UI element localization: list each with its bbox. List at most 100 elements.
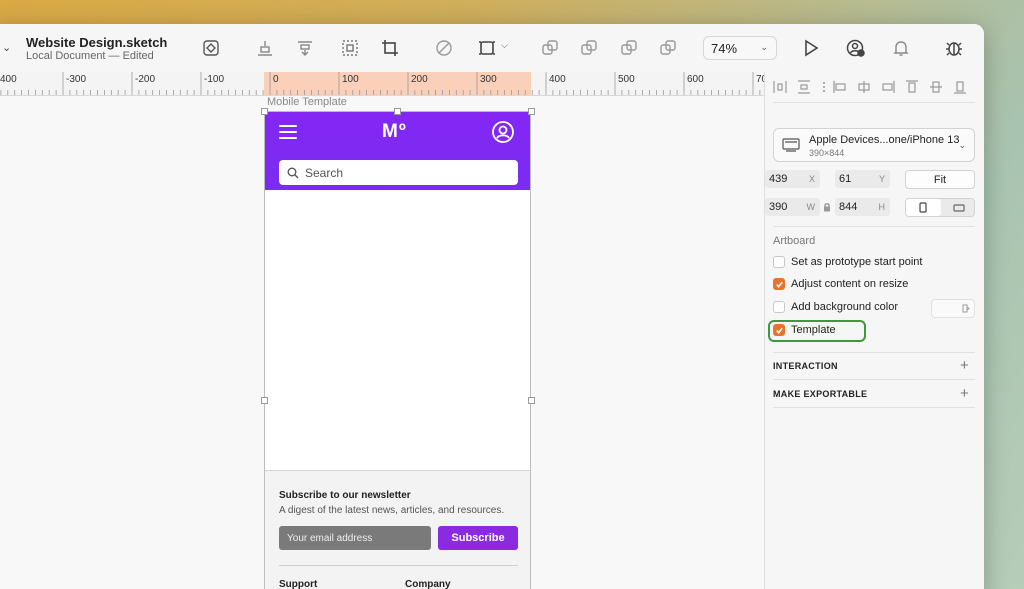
boolean-chevron-down-icon[interactable]: ⌵ xyxy=(501,40,508,51)
height-value: 844 xyxy=(839,201,858,213)
y-position-field[interactable]: 61 Y xyxy=(835,170,890,188)
device-preset-select[interactable]: Apple Devices...one/iPhone 13 390×844 ⌄ xyxy=(773,128,975,162)
device-size: 390×844 xyxy=(809,148,845,158)
distribute-horizontal-icon[interactable] xyxy=(773,80,787,94)
align-middle-vertical-icon[interactable] xyxy=(929,80,943,94)
ruler-tick-label: -200 xyxy=(135,74,156,85)
play-icon[interactable] xyxy=(800,37,822,59)
checkbox[interactable] xyxy=(773,256,785,268)
lock-icon[interactable] xyxy=(823,202,831,212)
align-left-icon[interactable] xyxy=(833,80,847,94)
document-subtitle: Local Document — Edited xyxy=(26,50,154,62)
checkbox[interactable] xyxy=(773,278,785,290)
horizontal-ruler: 400 -300 -200 -100 0 100 200 300 400 500 600 700 xyxy=(0,72,764,96)
ruler-tick-label: 200 xyxy=(411,74,428,85)
check-icon xyxy=(775,327,783,334)
option-template[interactable]: Template xyxy=(773,322,836,338)
add-interaction-plus-icon[interactable]: + xyxy=(960,358,969,373)
option-label: Template xyxy=(791,324,836,336)
artboard-section-title: Artboard xyxy=(773,235,816,247)
option-adjust-content[interactable]: Adjust content on resize xyxy=(773,276,908,292)
ruler-tick-label: 100 xyxy=(342,74,359,85)
ruler-tick-label: 500 xyxy=(618,74,635,85)
fit-button[interactable]: Fit xyxy=(905,170,975,189)
background-color-well[interactable] xyxy=(931,299,975,318)
panel-divider xyxy=(773,102,975,103)
toolbar: ⌄ Website Design.sketch Local Document —… xyxy=(0,24,984,72)
option-prototype-start[interactable]: Set as prototype start point xyxy=(773,254,922,270)
option-background-color[interactable]: Add background color xyxy=(773,299,898,315)
search-input[interactable]: Search xyxy=(279,160,518,185)
chevron-down-icon: ⌄ xyxy=(958,140,966,150)
resize-handle[interactable] xyxy=(261,108,268,115)
sidebar-toggle-chevron-icon[interactable]: ⌄ xyxy=(2,41,11,54)
user-add-icon[interactable] xyxy=(845,37,867,59)
symbol-icon[interactable] xyxy=(200,37,222,59)
footer-column-support: Support xyxy=(279,579,318,589)
option-label: Add background color xyxy=(791,301,899,313)
distribute-icon[interactable] xyxy=(294,37,316,59)
align-top-icon[interactable] xyxy=(905,80,919,94)
landscape-icon[interactable] xyxy=(953,204,965,212)
bug-icon[interactable] xyxy=(943,37,965,59)
zoom-select[interactable]: 74% ⌄ xyxy=(703,36,777,60)
canvas[interactable]: Mobile Template Mº Search Subscribe to o… xyxy=(0,96,764,589)
alignment-toolbar xyxy=(765,72,984,102)
boolean-icon[interactable] xyxy=(476,37,498,59)
ruler-tick-label: -300 xyxy=(66,74,87,85)
align-right-icon[interactable] xyxy=(881,80,895,94)
artboard-label[interactable]: Mobile Template xyxy=(267,96,347,108)
mobile-artboard[interactable]: Mº Search Subscribe to our newsletter A … xyxy=(264,111,531,589)
intersect-icon[interactable] xyxy=(618,37,640,59)
width-field[interactable]: 390 W xyxy=(765,198,820,216)
x-label: X xyxy=(808,174,815,184)
difference-icon[interactable] xyxy=(657,37,679,59)
align-bottom-icon[interactable] xyxy=(953,80,967,94)
chevron-down-icon: ⌄ xyxy=(760,42,768,52)
more-icon[interactable] xyxy=(817,80,831,94)
union-icon[interactable] xyxy=(539,37,561,59)
color-picker-icon xyxy=(962,304,970,313)
hamburger-menu-icon[interactable] xyxy=(279,125,297,139)
option-label: Set as prototype start point xyxy=(791,256,923,268)
subscribe-button[interactable]: Subscribe xyxy=(438,526,518,550)
panel-divider xyxy=(773,379,975,380)
device-icon xyxy=(782,138,800,152)
ruler-ticks xyxy=(0,72,761,95)
x-position-field[interactable]: 439 X xyxy=(765,170,820,188)
distribute-vertical-icon[interactable] xyxy=(797,80,811,94)
y-value: 61 xyxy=(839,173,852,185)
y-label: Y xyxy=(878,174,885,184)
resize-handle[interactable] xyxy=(528,108,535,115)
search-placeholder: Search xyxy=(305,165,344,180)
height-field[interactable]: 844 H xyxy=(835,198,890,216)
account-icon[interactable] xyxy=(491,120,515,144)
ruler-tick-label: 700 xyxy=(756,74,764,85)
make-exportable-section-title[interactable]: MAKE EXPORTABLE xyxy=(773,389,867,399)
scale-icon[interactable] xyxy=(379,37,401,59)
align-center-horizontal-icon[interactable] xyxy=(857,80,871,94)
resize-handle[interactable] xyxy=(394,108,401,115)
checkbox[interactable] xyxy=(773,301,785,313)
sketch-window: ⌄ Website Design.sketch Local Document —… xyxy=(0,24,984,589)
resize-handle[interactable] xyxy=(528,397,535,404)
portrait-icon[interactable] xyxy=(919,202,927,213)
subtract-icon[interactable] xyxy=(578,37,600,59)
brand-logo: Mº xyxy=(382,121,407,142)
add-export-plus-icon[interactable]: + xyxy=(960,386,969,401)
orientation-toggle[interactable] xyxy=(905,198,975,217)
ruler-tick-label: 300 xyxy=(480,74,497,85)
email-field[interactable]: Your email address xyxy=(279,526,431,550)
bell-icon[interactable] xyxy=(890,37,912,59)
zoom-value: 74% xyxy=(711,40,738,56)
option-label: Adjust content on resize xyxy=(791,278,909,290)
inspector-panel: Apple Devices...one/iPhone 13 390×844 ⌄ … xyxy=(764,72,984,589)
ruler-tick-label: 400 xyxy=(0,74,17,85)
align-icon[interactable] xyxy=(254,37,276,59)
checkbox[interactable] xyxy=(773,324,785,336)
mask-icon[interactable] xyxy=(339,37,361,59)
interaction-section-title[interactable]: INTERACTION xyxy=(773,361,838,371)
width-value: 390 xyxy=(769,201,788,213)
rotate-icon[interactable] xyxy=(433,37,455,59)
resize-handle[interactable] xyxy=(261,397,268,404)
